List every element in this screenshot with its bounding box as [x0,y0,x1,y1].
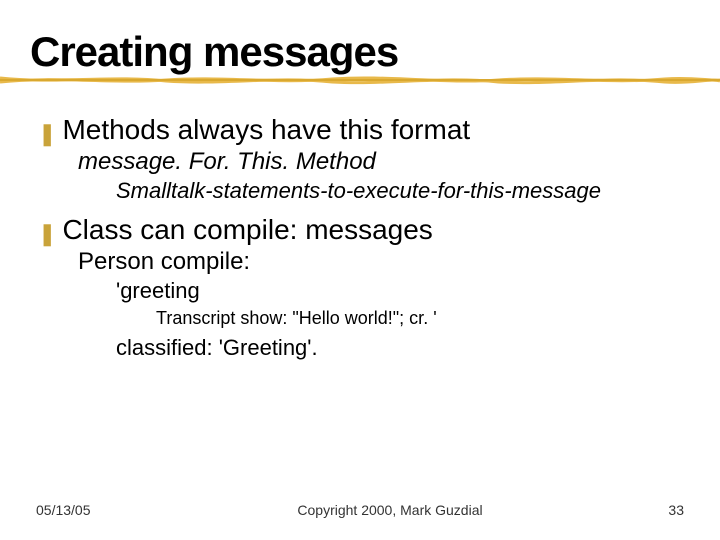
bullet-2-sub1: Person compile: [78,248,690,276]
bullet-1-sub1: message. For. This. Method [78,148,690,176]
bullet-2-sub2: 'greeting [116,278,690,304]
footer-date: 05/13/05 [36,502,156,518]
dingbat-icon: ❚ [38,223,56,245]
bullet-1: ❚ Methods always have this format [38,114,690,146]
bullet-2-sub3: Transcript show: "Hello world!"; cr. ' [156,308,690,329]
bullet-2-text: Class can compile: messages [62,214,432,246]
slide-footer: 05/13/05 Copyright 2000, Mark Guzdial 33 [0,502,720,518]
slide-title-block: Creating messages [30,28,690,76]
dingbat-icon: ❚ [38,123,56,145]
bullet-1-text: Methods always have this format [62,114,470,146]
bullet-2-sub4: classified: 'Greeting'. [116,335,690,361]
bullet-2: ❚ Class can compile: messages [38,214,690,246]
slide-title: Creating messages [30,28,690,76]
footer-copyright: Copyright 2000, Mark Guzdial [156,502,624,518]
slide-body: ❚ Methods always have this format messag… [30,114,690,361]
bullet-1-sub2: Smalltalk-statements-to-execute-for-this… [116,178,690,204]
footer-page-number: 33 [624,502,684,518]
